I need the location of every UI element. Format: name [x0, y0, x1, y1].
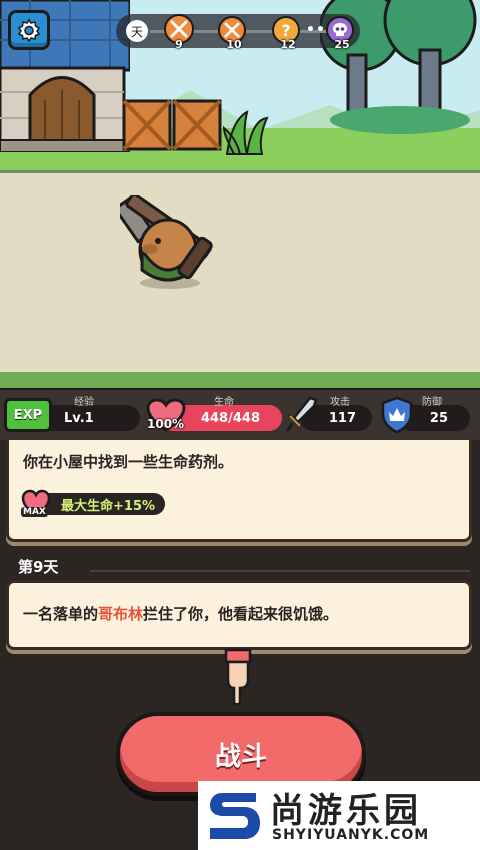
- stage-node-number: 12: [280, 38, 296, 51]
- attack-value: 117: [328, 410, 356, 426]
- attack-label: 攻击: [330, 397, 350, 408]
- skull-icon: [333, 23, 347, 36]
- pointing-hand-icon: [224, 648, 252, 706]
- max-tag: MAX: [21, 507, 48, 517]
- day-heading: 第9天: [18, 558, 59, 576]
- capybara-hero[interactable]: [120, 195, 230, 295]
- log-text: 你在小屋中找到一些生命药剂。: [23, 453, 234, 471]
- hp-percent: 100%: [147, 417, 185, 431]
- enemy-name: 哥布林: [98, 605, 144, 623]
- stage-node-event[interactable]: ? 12: [272, 16, 300, 51]
- site-watermark: 尚游乐园 SHYIYUANYK.COM: [198, 781, 480, 850]
- dirt-road: [0, 170, 480, 378]
- gear-icon: [17, 18, 41, 42]
- log-card-potion: 你在小屋中找到一些生命药剂。 最大生命+15% MAX: [6, 440, 472, 542]
- fight-button-label: 战斗: [214, 741, 267, 772]
- encounter-text-after: 拦住了你，他看起来很饥饿。: [143, 605, 339, 623]
- exp-badge-text: EXP: [13, 407, 43, 423]
- max-hp-buff: 最大生命+15%: [31, 493, 166, 515]
- settings-button[interactable]: [8, 10, 50, 50]
- day-label: 天: [126, 20, 148, 42]
- stage-node-battle[interactable]: 9: [164, 14, 194, 51]
- hp-label: 生命: [214, 397, 234, 408]
- encounter-text-before: 一名落单的: [23, 605, 99, 623]
- stats-bar: Lv.1 EXP 经验 448/448 100% 生命 117 攻击 25 防御: [0, 388, 480, 440]
- road-edge-grass: [0, 372, 480, 388]
- stage-node-boss[interactable]: 25: [326, 16, 354, 51]
- grass-tuft: [222, 110, 269, 155]
- game-scene: [0, 0, 480, 388]
- watermark-logo-icon: [210, 793, 260, 839]
- day-divider: [90, 570, 470, 572]
- stage-node-number: 9: [175, 38, 183, 51]
- shield-icon: [381, 396, 413, 434]
- stage-node-number: 25: [334, 38, 350, 51]
- stage-node-battle[interactable]: 10: [218, 16, 246, 51]
- wooden-crates: [122, 99, 222, 151]
- log-card-encounter: 一名落单的哥布林拦住了你，他看起来很饥饿。: [6, 580, 472, 650]
- sword-icon: [286, 396, 318, 432]
- crossed-swords-icon: [170, 20, 188, 38]
- hp-value: 448/448: [200, 410, 260, 426]
- encounter-text: 一名落单的哥布林拦住了你，他看起来很饥饿。: [23, 603, 338, 624]
- watermark-title: 尚游乐园: [270, 791, 422, 831]
- buff-text: 最大生命+15%: [61, 498, 156, 514]
- defense-label: 防御: [422, 397, 442, 408]
- stage-node-number: 10: [226, 38, 242, 51]
- level-value: Lv.1: [64, 410, 94, 426]
- exp-badge: EXP: [4, 398, 52, 432]
- watermark-url: SHYIYUANYK.COM: [272, 827, 430, 843]
- exp-label: 经验: [74, 397, 94, 408]
- crossed-swords-icon: [224, 22, 240, 38]
- defense-value: 25: [429, 410, 448, 426]
- question-mark-icon: ?: [281, 20, 291, 40]
